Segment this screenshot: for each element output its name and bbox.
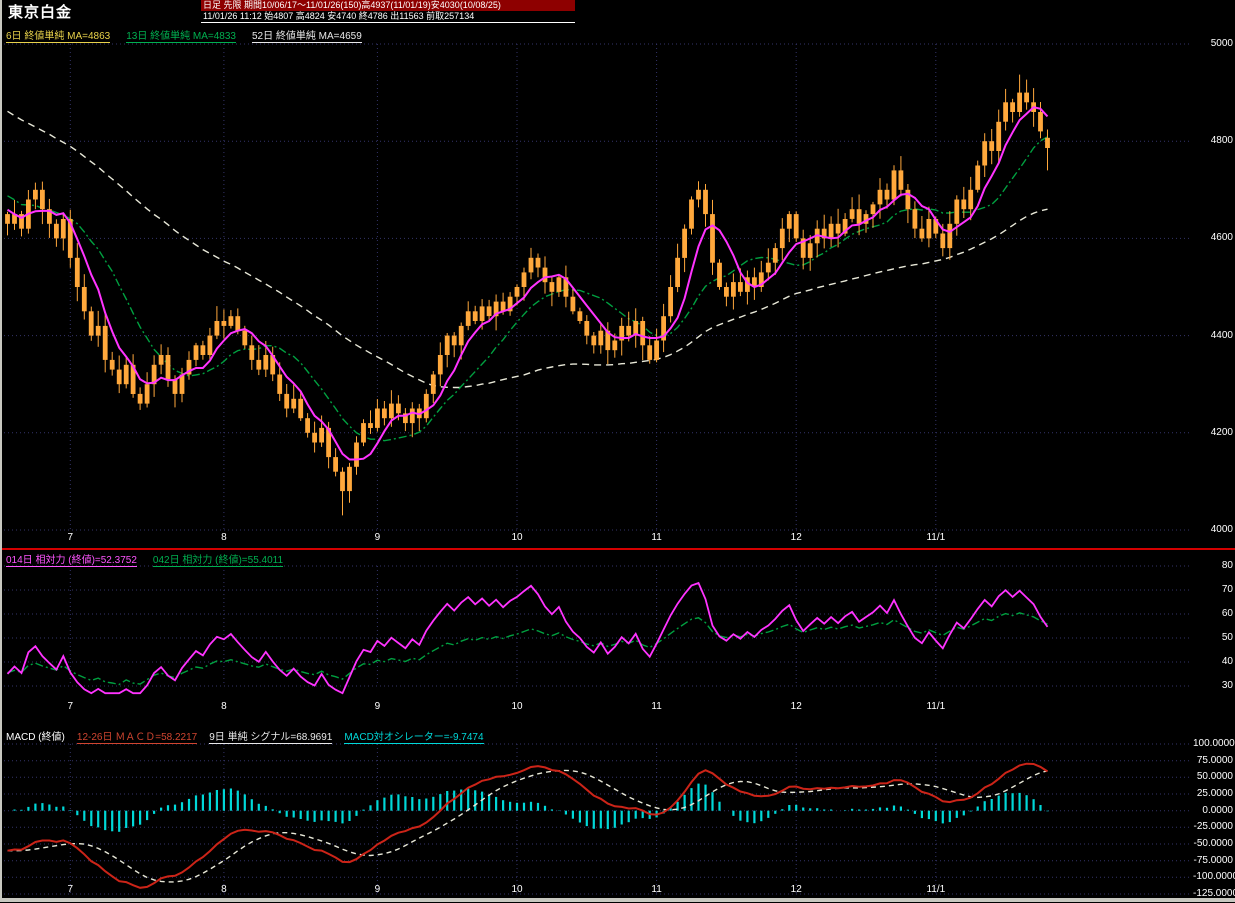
header-period-summary: 日足 先限 期間10/06/17～11/01/26(150)高4937(11/0… [201, 0, 575, 11]
rsi14-legend-item[interactable]: 014日 相対力 (終値)=52.3752 [6, 551, 137, 567]
rsi-axis-label: 70 [1221, 584, 1233, 595]
month-label: 11/1 [926, 532, 946, 543]
rsi-legend: 014日 相対力 (終値)=52.3752 042日 相対力 (終値)=55.4… [6, 551, 284, 567]
rsi-axis-label: 60 [1221, 608, 1233, 619]
price-axis-label: 4200 [1210, 426, 1233, 438]
macd-axis-label: 25.0000 [1196, 788, 1233, 799]
ma52-legend-item[interactable]: 52日 終値単純 MA=4659 [251, 27, 362, 43]
header-info-box: 日足 先限 期間10/06/17～11/01/26(150)高4937(11/0… [201, 0, 575, 23]
month-label: 12 [790, 701, 802, 712]
month-label: 8 [221, 701, 227, 712]
price-axis-label: 4000 [1210, 524, 1233, 535]
chart-plot-area[interactable] [0, 0, 1193, 898]
macd-axis-label: -100.0000 [1193, 871, 1235, 883]
macd-axis-label: 75.0000 [1196, 754, 1233, 766]
price-rsi-macd-plot [4, 43, 1191, 895]
month-label: 11/1 [926, 884, 946, 895]
panel-separator-line [0, 548, 1235, 550]
month-label: 8 [221, 532, 227, 543]
macd-axis-label: -25.0000 [1193, 821, 1233, 833]
price-axis-label: 5000 [1210, 38, 1233, 49]
month-label: 7 [67, 884, 74, 895]
macd-axis-label: 100.0000 [1193, 738, 1235, 749]
ma13-legend-item[interactable]: 13日 終値単純 MA=4833 [126, 27, 236, 43]
month-label: 11 [651, 532, 662, 543]
month-label: 12 [790, 884, 802, 895]
price-axis-label: 4600 [1210, 232, 1233, 244]
price-axis-label: 4400 [1210, 329, 1233, 341]
macd-legend-title: MACD (終値) [6, 732, 65, 743]
month-label: 9 [374, 532, 381, 543]
header-ohlc-summary: 11/01/26 11:12 始4807 高4824 安4740 終4786 出… [201, 11, 575, 22]
month-label: 8 [221, 884, 227, 895]
chart-window: 東京白金 日足 先限 期間10/06/17～11/01/26(150)高4937… [0, 0, 1235, 902]
macd-axis-label: -75.0000 [1193, 854, 1233, 866]
signal-line-legend-item[interactable]: 9日 単純 シグナル=68.9691 [209, 728, 333, 744]
month-label: 11/1 [926, 701, 946, 712]
month-label: 9 [374, 884, 381, 895]
macd-line-legend-item[interactable]: 12-26日 ＭＡＣＤ=58.2217 [76, 728, 198, 744]
month-label: 7 [67, 532, 74, 543]
rsi-axis-label: 50 [1221, 632, 1233, 643]
macd-axis-label: 50.0000 [1196, 771, 1233, 783]
macd-axis-label: -50.0000 [1193, 838, 1233, 849]
rsi-axis-label: 40 [1221, 656, 1233, 667]
month-label: 7 [67, 701, 74, 712]
month-label: 11 [651, 884, 662, 895]
month-label: 11 [651, 701, 662, 712]
window-border-bottom[interactable] [0, 898, 1235, 902]
month-label: 10 [511, 532, 523, 543]
month-label: 10 [511, 884, 523, 895]
oscillator-legend-item[interactable]: MACD対オシレーター=-9.7474 [344, 728, 484, 744]
rsi-axis-label: 80 [1221, 560, 1233, 571]
macd-legend: MACD (終値) 12-26日 ＭＡＣＤ=58.2217 9日 単純 シグナル… [6, 728, 484, 744]
price-axis-label: 4800 [1210, 135, 1233, 147]
macd-axis-label: 0.0000 [1202, 804, 1233, 816]
ma6-legend-item[interactable]: 6日 終値単純 MA=4863 [6, 27, 111, 43]
rsi42-legend-item[interactable]: 042日 相対力 (終値)=55.4011 [152, 551, 284, 567]
month-label: 12 [790, 532, 802, 543]
window-border-left [0, 0, 2, 902]
month-label: 10 [511, 701, 523, 712]
ma-legend: 6日 終値単純 MA=4863 13日 終値単純 MA=4833 52日 終値単… [6, 27, 362, 43]
rsi-axis-label: 30 [1221, 680, 1233, 691]
month-label: 9 [374, 701, 381, 712]
instrument-title: 東京白金 [8, 4, 73, 21]
